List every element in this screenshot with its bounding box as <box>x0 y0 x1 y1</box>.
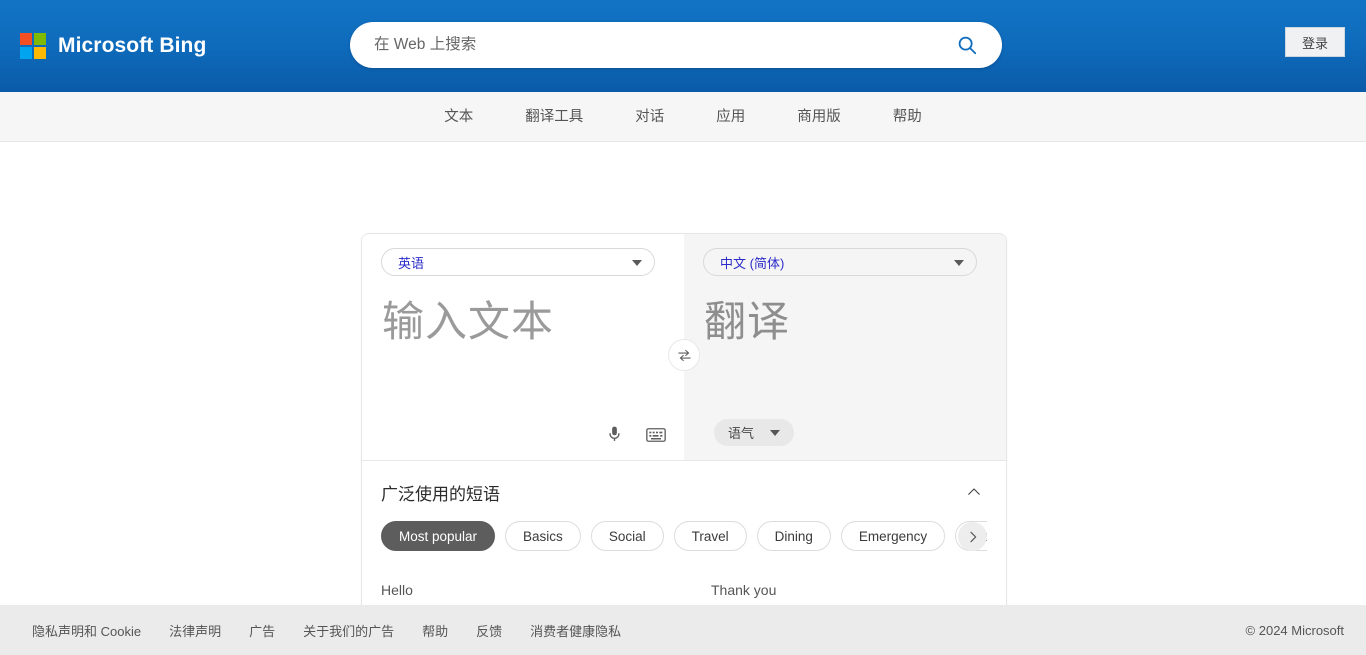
chip-dining[interactable]: Dining <box>756 521 831 551</box>
swap-arrows-icon <box>677 349 691 361</box>
brand-name: Microsoft Bing <box>58 34 207 57</box>
chevron-down-icon <box>770 429 781 436</box>
chip-most-popular[interactable]: Most popular <box>381 521 496 551</box>
source-pane: 英语 输入文本 <box>362 234 684 460</box>
source-language-select[interactable]: 英语 <box>381 248 655 276</box>
brand-logo-area[interactable]: Microsoft Bing <box>20 33 206 59</box>
tone-label: 语气 <box>728 426 755 441</box>
translate-area: 英语 输入文本 中文 (简体) 翻译 语气 <box>362 234 1006 460</box>
search-icon <box>958 36 977 55</box>
chip-emergency[interactable]: Emergency <box>840 521 946 551</box>
nav-item-text[interactable]: 文本 <box>418 92 499 142</box>
nav-item-translation-tools[interactable]: 翻译工具 <box>499 92 609 142</box>
bing-translator-page: Microsoft Bing 登录 文本 翻译工具 对话 应用 商用版 帮助 <box>0 0 1366 655</box>
search-input[interactable] <box>374 36 950 54</box>
chevron-down-icon <box>632 260 642 266</box>
target-language-row: 中文 (简体) <box>684 234 1006 276</box>
nav-item-apps[interactable]: 应用 <box>690 92 771 142</box>
sign-in-button[interactable]: 登录 <box>1285 27 1345 57</box>
microphone-icon[interactable] <box>605 425 624 444</box>
nav-item-conversation[interactable]: 对话 <box>609 92 690 142</box>
source-tools <box>605 425 666 444</box>
nav-item-help[interactable]: 帮助 <box>867 92 948 142</box>
search-button[interactable] <box>950 28 984 62</box>
phrase-category-scroller: Most popular Basics Social Travel Dining… <box>381 521 987 553</box>
footer-link-consumer-health-privacy[interactable]: 消费者健康隐私 <box>516 621 635 640</box>
source-language-row: 英语 <box>362 234 684 276</box>
chip-travel[interactable]: Travel <box>673 521 747 551</box>
microsoft-logo-icon <box>20 33 46 59</box>
footer-links: 隐私声明和 Cookie 法律声明 广告 关于我们的广告 帮助 反馈 消费者健康… <box>0 621 635 640</box>
nav-item-business[interactable]: 商用版 <box>771 92 867 142</box>
target-pane: 中文 (简体) 翻译 语气 <box>684 234 1006 460</box>
footer-link-about-ads[interactable]: 关于我们的广告 <box>289 621 408 640</box>
site-header: Microsoft Bing 登录 <box>0 0 1366 92</box>
translator-card: 英语 输入文本 中文 (简体) 翻译 语气 广泛使用的短语 Most popul… <box>361 233 1007 655</box>
primary-nav: 文本 翻译工具 对话 应用 商用版 帮助 <box>0 92 1366 142</box>
phrases-header: 广泛使用的短语 <box>381 479 987 505</box>
footer-link-privacy[interactable]: 隐私声明和 Cookie <box>18 621 155 640</box>
footer-link-feedback[interactable]: 反馈 <box>462 621 516 640</box>
footer-link-advertise[interactable]: 广告 <box>235 621 289 640</box>
search-box[interactable] <box>350 22 1002 68</box>
main-content: 英语 输入文本 中文 (简体) 翻译 语气 广泛使用的短语 Most popul… <box>0 142 1366 655</box>
footer-copyright: © 2024 Microsoft <box>1245 622 1344 638</box>
source-language-value: 英语 <box>398 255 425 271</box>
chip-social[interactable]: Social <box>590 521 664 551</box>
chevron-right-icon <box>969 531 976 542</box>
swap-languages-button[interactable] <box>668 339 700 371</box>
target-text-placeholder: 翻译 <box>704 298 791 345</box>
chip-basics[interactable]: Basics <box>505 521 581 551</box>
chevron-up-icon <box>968 488 980 495</box>
tone-dropdown[interactable]: 语气 <box>714 419 795 446</box>
footer-link-legal[interactable]: 法律声明 <box>155 621 235 640</box>
keyboard-icon[interactable] <box>646 427 666 443</box>
source-text-placeholder[interactable]: 输入文本 <box>362 276 684 346</box>
footer-link-help[interactable]: 帮助 <box>408 621 462 640</box>
chevron-down-icon <box>954 260 964 266</box>
phrase-categories-next-button[interactable] <box>958 522 987 551</box>
phrases-title: 广泛使用的短语 <box>381 484 500 504</box>
site-footer: 隐私声明和 Cookie 法律声明 广告 关于我们的广告 帮助 反馈 消费者健康… <box>0 605 1366 655</box>
collapse-phrases-button[interactable] <box>961 479 987 505</box>
phrase-category-list: Most popular Basics Social Travel Dining… <box>381 521 987 551</box>
target-language-select[interactable]: 中文 (简体) <box>703 248 977 276</box>
target-language-value: 中文 (简体) <box>720 255 785 271</box>
